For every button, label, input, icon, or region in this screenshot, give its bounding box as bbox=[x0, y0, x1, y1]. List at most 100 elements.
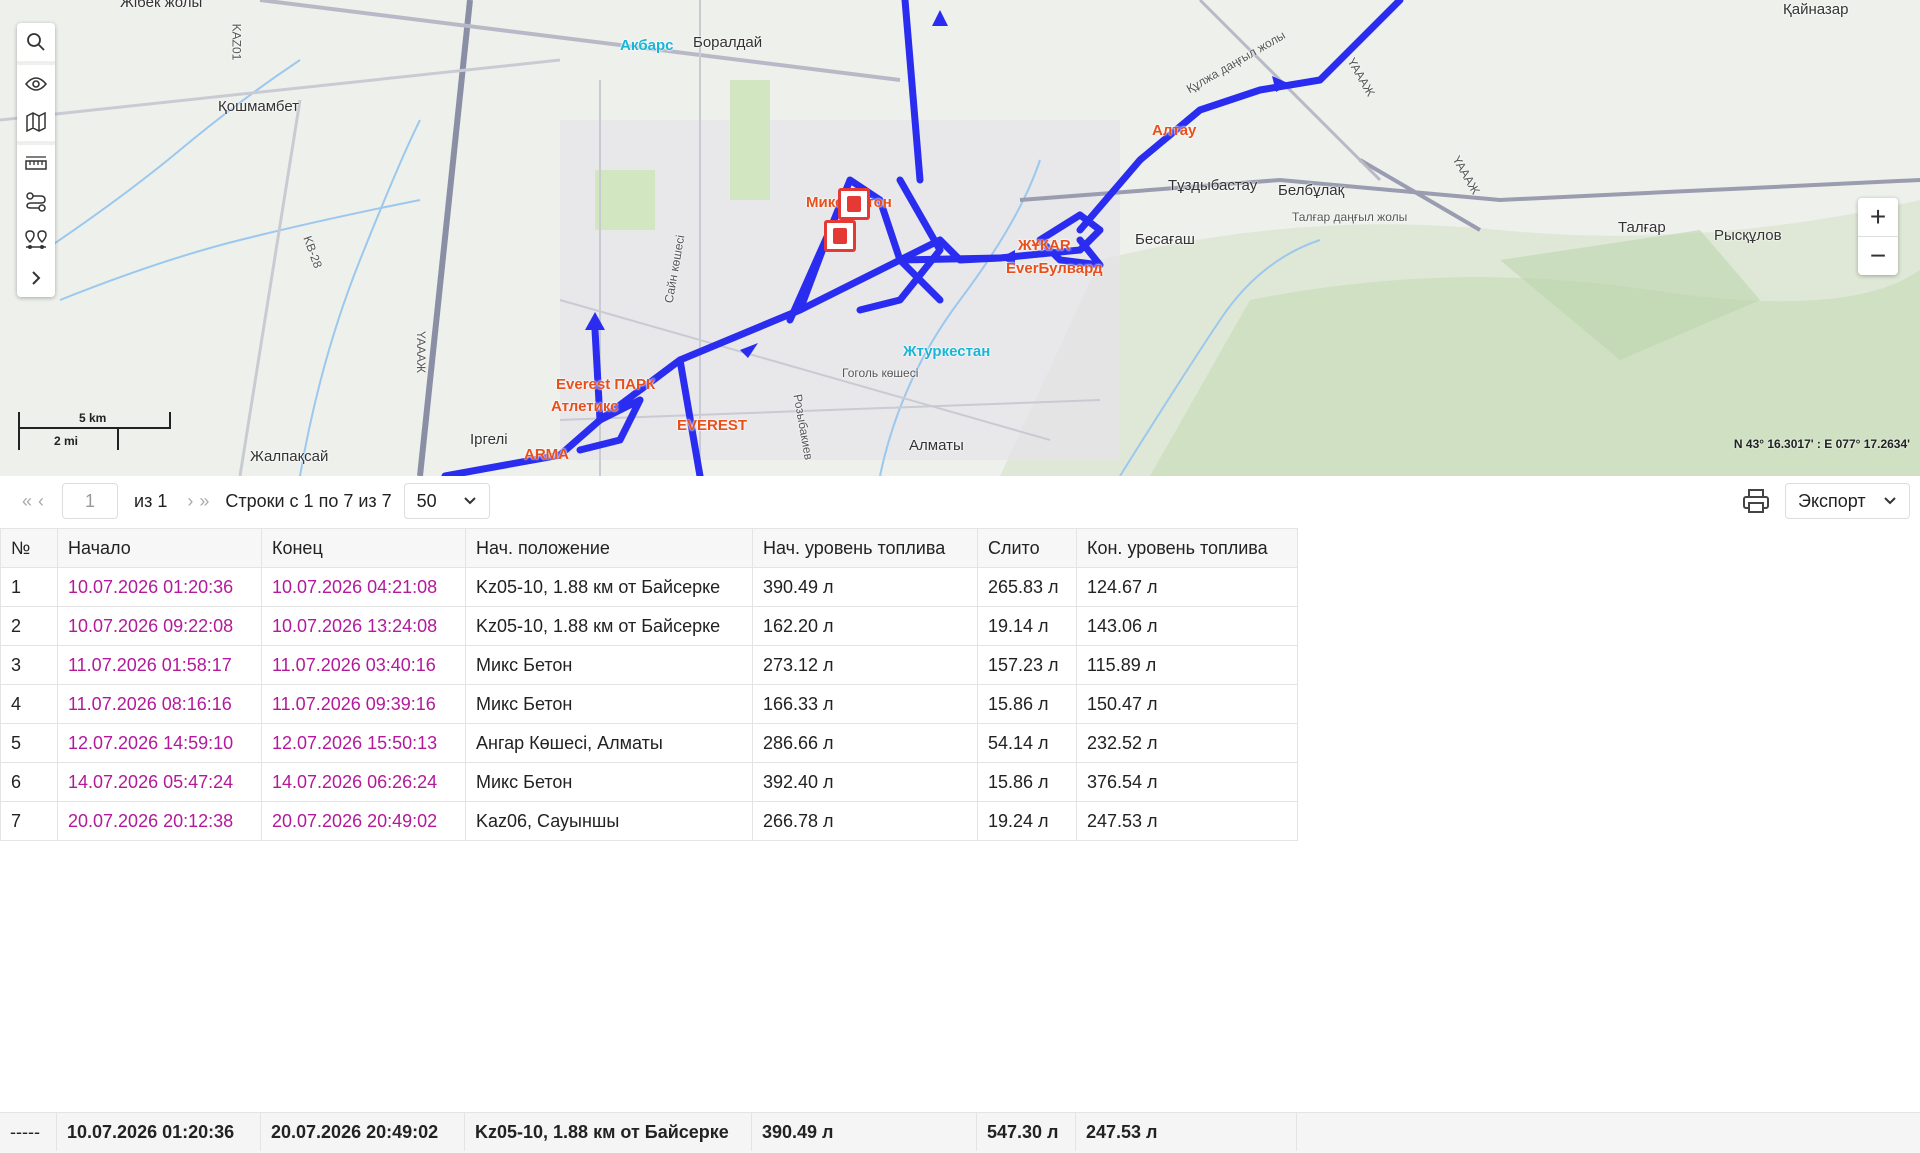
table-cell: 232.52 л bbox=[1076, 723, 1298, 763]
summary-row: ----- 10.07.2026 01:20:36 20.07.2026 20:… bbox=[0, 1113, 1297, 1151]
map-label-tuzdybastau: Тұздыбастау bbox=[1168, 177, 1258, 194]
map-background bbox=[0, 0, 1920, 476]
visibility-button[interactable] bbox=[17, 65, 55, 103]
table-cell: 265.83 л bbox=[977, 567, 1077, 607]
print-button[interactable] bbox=[1742, 488, 1770, 519]
chevron-right-icon bbox=[32, 271, 41, 285]
column-header-number[interactable]: № bbox=[0, 528, 58, 568]
map-label-talgar: Талғар bbox=[1618, 219, 1666, 236]
summary-cell: 20.07.2026 20:49:02 bbox=[260, 1113, 465, 1151]
table-cell: 14.07.2026 05:47:24 bbox=[57, 762, 262, 802]
table-row[interactable]: 4 11.07.2026 08:16:16 11.07.2026 09:39:16 М… bbox=[0, 684, 1298, 724]
zoom-out-button[interactable]: − bbox=[1858, 236, 1898, 275]
export-button[interactable]: Экспорт bbox=[1785, 483, 1910, 519]
fuel-can-icon bbox=[833, 228, 847, 244]
page-number-input[interactable] bbox=[62, 483, 119, 519]
map-label-arma: ARMA bbox=[524, 446, 569, 463]
table-cell: 10.07.2026 04:21:08 bbox=[261, 567, 466, 607]
table-cell: 376.54 л bbox=[1076, 762, 1298, 802]
map-label-everest-park: Everest ПАРК bbox=[556, 376, 656, 393]
geofence-button[interactable] bbox=[17, 221, 55, 259]
fuel-drain-marker[interactable] bbox=[838, 188, 870, 220]
export-label: Экспорт bbox=[1798, 490, 1866, 511]
table-cell: 286.66 л bbox=[752, 723, 978, 763]
search-button[interactable] bbox=[17, 23, 55, 61]
prev-page-icon[interactable]: ‹ bbox=[38, 491, 44, 512]
summary-cell: 547.30 л bbox=[976, 1113, 1076, 1151]
column-header-start-fuel[interactable]: Нач. уровень топлива bbox=[752, 528, 978, 568]
map-label-everbulvard: EverБулвард bbox=[1006, 260, 1103, 277]
table-footer: ----- 10.07.2026 01:20:36 20.07.2026 20:… bbox=[0, 1112, 1920, 1153]
table-cell: 2 bbox=[0, 606, 58, 646]
column-header-end[interactable]: Конец bbox=[261, 528, 466, 568]
cursor-coordinates: N 43° 16.3017' : E 077° 17.2634' bbox=[1733, 437, 1910, 451]
table-cell: 266.78 л bbox=[752, 801, 978, 841]
next-page-icon[interactable]: › bbox=[187, 491, 193, 512]
table-cell: 150.47 л bbox=[1076, 684, 1298, 724]
table-row[interactable]: 1 10.07.2026 01:20:36 10.07.2026 04:21:08 K… bbox=[0, 567, 1298, 607]
table-cell: 166.33 л bbox=[752, 684, 978, 724]
route-icon bbox=[26, 192, 46, 212]
summary-cell: 390.49 л bbox=[751, 1113, 977, 1151]
table-cell: 3 bbox=[0, 645, 58, 685]
map-label-koshmambet: Қошмамбет bbox=[218, 98, 300, 115]
table-cell: 143.06 л bbox=[1076, 606, 1298, 646]
expand-button[interactable] bbox=[17, 259, 55, 297]
page-size-value: 50 bbox=[416, 490, 437, 511]
table-cell: 6 bbox=[0, 762, 58, 802]
table-row[interactable]: 7 20.07.2026 20:12:38 20.07.2026 20:49:02 K… bbox=[0, 801, 1298, 841]
table-cell: 7 bbox=[0, 801, 58, 841]
scale-bar: 5 km 2 mi bbox=[18, 410, 173, 450]
table-cell: 1 bbox=[0, 567, 58, 607]
table-cell: 12.07.2026 14:59:10 bbox=[57, 723, 262, 763]
table-cell: Микс Бетон bbox=[465, 684, 753, 724]
route-button[interactable] bbox=[17, 183, 55, 221]
ruler-icon bbox=[25, 156, 47, 170]
table-cell: 5 bbox=[0, 723, 58, 763]
map-label-altay: Алтау bbox=[1152, 122, 1197, 139]
table-cell: 19.14 л bbox=[977, 606, 1077, 646]
table-row[interactable]: 3 11.07.2026 01:58:17 11.07.2026 03:40:16 М… bbox=[0, 645, 1298, 685]
map-label-kainazar: Қайназар bbox=[1783, 1, 1849, 18]
eye-icon bbox=[25, 77, 47, 91]
table-cell: 115.89 л bbox=[1076, 645, 1298, 685]
table-row[interactable]: 6 14.07.2026 05:47:24 14.07.2026 06:26:24 М… bbox=[0, 762, 1298, 802]
table-cell: 12.07.2026 15:50:13 bbox=[261, 723, 466, 763]
last-page-icon[interactable]: » bbox=[199, 491, 209, 512]
column-header-start[interactable]: Начало bbox=[57, 528, 262, 568]
column-header-drained[interactable]: Слито bbox=[977, 528, 1077, 568]
table-cell: 14.07.2026 06:26:24 bbox=[261, 762, 466, 802]
map-label-zhibek: Жібек жолы bbox=[120, 0, 203, 11]
map-layers-button[interactable] bbox=[17, 103, 55, 141]
page-size-select[interactable]: 50 bbox=[403, 483, 490, 519]
map-label-atle: Атлетикс bbox=[551, 398, 619, 415]
table-row[interactable]: 5 12.07.2026 14:59:10 12.07.2026 15:50:13 А… bbox=[0, 723, 1298, 763]
rows-range-label: Строки с 1 по 7 из 7 bbox=[225, 490, 392, 511]
table-cell: Kz05-10, 1.88 км от Байсерке bbox=[465, 567, 753, 607]
map-label-belbulak: Белбұлақ bbox=[1278, 182, 1345, 199]
zoom-in-button[interactable]: + bbox=[1858, 198, 1898, 236]
table-cell: 19.24 л bbox=[977, 801, 1077, 841]
table-cell: 247.53 л bbox=[1076, 801, 1298, 841]
printer-icon bbox=[1743, 489, 1769, 513]
table-cell: 124.67 л bbox=[1076, 567, 1298, 607]
map-toolbar bbox=[17, 23, 55, 297]
map-label-zhukar: ЖҰКАR bbox=[1018, 237, 1071, 254]
map-label-akbars: Акбарс bbox=[620, 37, 674, 54]
table-cell: 15.86 л bbox=[977, 684, 1077, 724]
summary-cell: Kz05-10, 1.88 км от Байсерке bbox=[464, 1113, 752, 1151]
fuel-drain-marker[interactable] bbox=[824, 220, 856, 252]
summary-cell: ----- bbox=[0, 1113, 57, 1151]
table-cell: Ангар Көшесі, Алматы bbox=[465, 723, 753, 763]
ruler-button[interactable] bbox=[17, 145, 55, 183]
column-header-end-fuel[interactable]: Кон. уровень топлива bbox=[1076, 528, 1298, 568]
map-label-gogol: Гоголь көшесі bbox=[842, 366, 919, 380]
table-cell: 11.07.2026 09:39:16 bbox=[261, 684, 466, 724]
map-view[interactable]: Жібек жолы Акбарс Боралдай Қошмамбет Қай… bbox=[0, 0, 1920, 476]
table-row[interactable]: 2 10.07.2026 09:22:08 10.07.2026 13:24:08 K… bbox=[0, 606, 1298, 646]
map-label-kaz01: KAZ01 bbox=[229, 23, 244, 61]
first-page-icon[interactable]: « bbox=[22, 491, 32, 512]
column-header-start-location[interactable]: Нач. положение bbox=[465, 528, 753, 568]
map-label-talgar-road: Талғар даңғыл жолы bbox=[1292, 210, 1408, 224]
table-cell: 162.20 л bbox=[752, 606, 978, 646]
